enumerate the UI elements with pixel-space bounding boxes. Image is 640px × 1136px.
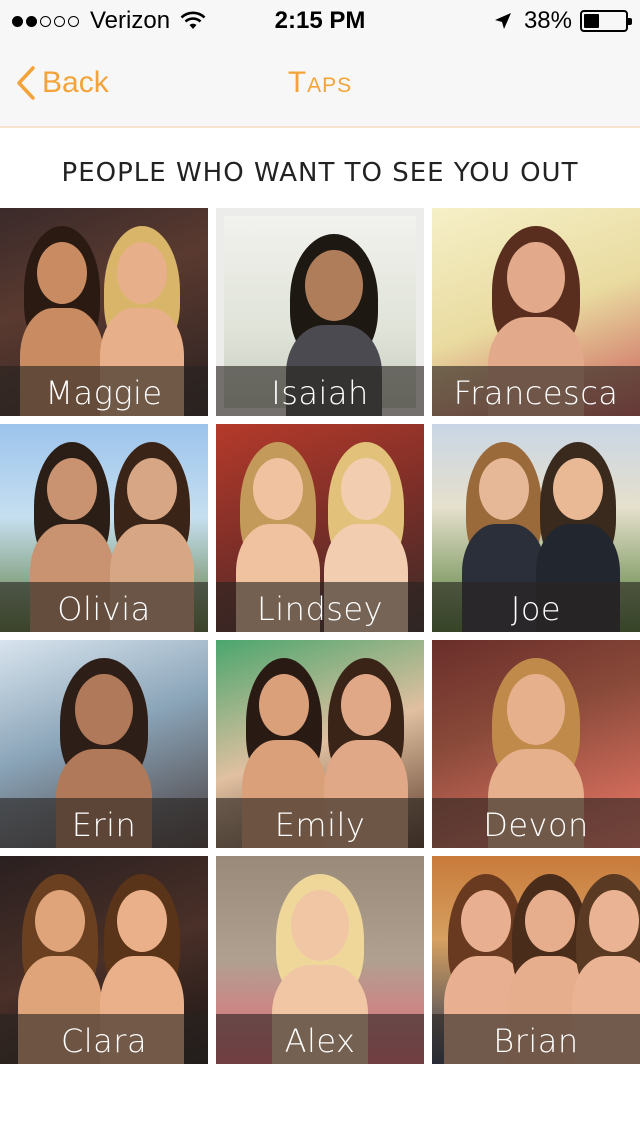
battery-fill: [584, 14, 599, 28]
navigation-bar: Back Taps: [0, 40, 640, 128]
person-name: Joe: [510, 590, 562, 628]
location-arrow-icon: [494, 13, 511, 29]
person-name: Isaiah: [271, 374, 369, 412]
person-name: Lindsey: [256, 590, 384, 628]
person-face: [507, 242, 565, 313]
status-bar: Verizon 2:15 PM 38%: [0, 0, 640, 40]
person-name: Devon: [483, 806, 589, 844]
person-face: [341, 458, 391, 520]
person-face: [259, 674, 309, 736]
status-right: 38%: [494, 7, 632, 35]
person-tile[interactable]: Brian: [432, 856, 640, 1064]
battery-tip: [628, 18, 632, 25]
person-tile[interactable]: Alex: [216, 856, 424, 1064]
person-tile[interactable]: Olivia: [0, 424, 208, 632]
person-face: [525, 890, 575, 952]
person-face: [507, 674, 565, 745]
person-tile[interactable]: Francesca: [432, 208, 640, 416]
person-name: Alex: [284, 1022, 356, 1060]
person-tile[interactable]: Joe: [432, 424, 640, 632]
page-title: Taps: [287, 66, 353, 99]
person-face: [75, 674, 133, 745]
person-name: Olivia: [57, 590, 151, 628]
person-name: Erin: [71, 806, 137, 844]
person-tile[interactable]: Clara: [0, 856, 208, 1064]
person-face: [253, 458, 303, 520]
person-tile[interactable]: Isaiah: [216, 208, 424, 416]
person-face: [461, 890, 511, 952]
person-face: [35, 890, 85, 952]
person-tile[interactable]: Maggie: [0, 208, 208, 416]
person-face: [117, 242, 167, 304]
person-name: Emily: [274, 806, 366, 844]
person-name: Clara: [60, 1022, 148, 1060]
person-tile[interactable]: Emily: [216, 640, 424, 848]
person-face: [47, 458, 97, 520]
person-face: [553, 458, 603, 520]
person-name: Maggie: [45, 374, 163, 412]
person-face: [479, 458, 529, 520]
person-face: [305, 250, 363, 321]
person-name: Francesca: [453, 374, 619, 412]
person-face: [127, 458, 177, 520]
section-heading: PEOPLE WHO WANT TO SEE YOU OUT: [61, 158, 579, 188]
person-tile[interactable]: Erin: [0, 640, 208, 848]
battery-percentage: 38%: [523, 7, 572, 34]
person-face: [117, 890, 167, 952]
person-name: Brian: [493, 1022, 579, 1060]
person-tile[interactable]: Devon: [432, 640, 640, 848]
battery-icon: [580, 10, 632, 32]
person-tile[interactable]: Lindsey: [216, 424, 424, 632]
person-face: [341, 674, 391, 736]
person-face: [589, 890, 639, 952]
person-face: [291, 890, 349, 961]
person-face: [37, 242, 87, 304]
